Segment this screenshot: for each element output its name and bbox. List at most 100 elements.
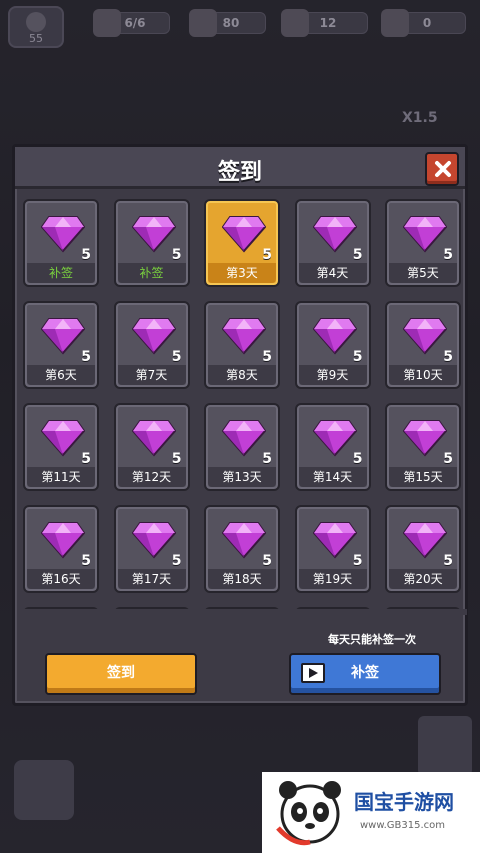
reward-count: 5 (262, 451, 272, 467)
reward-cell[interactable]: 5 第18天 (204, 505, 280, 593)
reward-count: 5 (443, 349, 453, 365)
purple-gem-icon (131, 318, 176, 355)
purple-gem-icon (41, 216, 85, 253)
reward-count: 5 (171, 349, 182, 365)
reward-count: 5 (81, 247, 91, 263)
day-label: 第8天 (208, 365, 276, 385)
makeup-sign-button[interactable]: 补签 (289, 653, 441, 695)
reward-count: 5 (352, 553, 363, 569)
resource-value: 80 (222, 16, 240, 30)
watermark-title: 国宝手游网 (354, 790, 454, 814)
day-label: 补签 (117, 263, 186, 283)
reward-count: 5 (352, 451, 363, 467)
reward-count: 5 (443, 553, 453, 569)
reward-count: 5 (352, 349, 363, 365)
reward-grid: 5 补签 5 补签 5 第3天 5 第4天 5 第5天 5 第6天 5 第7天 5 第8天 5 第9天 5 第10天 5… (23, 199, 467, 611)
top-bar: 55 6/6 80 12 0 (0, 0, 480, 48)
modal-title: 签到 (217, 160, 262, 185)
purple-gem-icon (403, 318, 447, 355)
purple-gem-icon (403, 522, 447, 559)
resource-value: 6/6 (124, 16, 146, 30)
reward-count: 5 (262, 349, 272, 365)
day-label: 第5天 (389, 263, 457, 283)
reward-count: 5 (81, 451, 91, 467)
purple-gem-icon (222, 318, 266, 355)
reward-cell[interactable]: 5 补签 (113, 199, 190, 287)
reward-cell[interactable]: 5 第10天 (385, 301, 461, 389)
purple-gem-icon (312, 420, 357, 457)
reward-cell[interactable]: 5 第11天 (23, 403, 99, 491)
day-label: 第6天 (27, 365, 95, 385)
calendar-icon[interactable] (14, 760, 74, 820)
day-label: 第14天 (298, 467, 367, 487)
modal-header: 签到 (15, 147, 465, 189)
reward-cell[interactable]: 5 补签 (23, 199, 99, 287)
day-label: 第10天 (389, 365, 457, 385)
video-icon (301, 663, 325, 683)
day-label: 第18天 (208, 569, 276, 589)
purple-gem-icon (222, 420, 266, 457)
reward-cell[interactable]: 5 第8天 (204, 301, 280, 389)
reward-cell[interactable]: 5 第7天 (113, 301, 190, 389)
purple-gem-icon (222, 216, 266, 253)
close-button[interactable] (425, 152, 459, 186)
makeup-notice: 每天只能补签一次 (328, 633, 416, 646)
day-label: 第12天 (117, 467, 186, 487)
reward-cell[interactable]: 5 第12天 (113, 403, 190, 491)
reward-cell[interactable]: 5 第20天 (385, 505, 461, 593)
purple-gem-icon (312, 522, 357, 559)
purple-gem-icon (403, 420, 447, 457)
reward-cell[interactable]: 5 第6天 (23, 301, 99, 389)
sign-in-modal: 签到 5 补签 5 补签 5 第3天 5 第4天 5 第5天 5 第6天 5 第7天 5 第8天 5 第9天 5 第1… (12, 144, 468, 706)
reward-cell[interactable]: 5 第3天 (204, 199, 280, 287)
panda-logo-icon (276, 781, 341, 846)
resource-energy[interactable]: 6/6 (93, 9, 170, 37)
reward-cell[interactable]: 5 第13天 (204, 403, 280, 491)
level-badge[interactable]: 55 (8, 6, 64, 48)
level-value: 55 (29, 32, 43, 45)
reward-count: 5 (81, 349, 91, 365)
resource-ticket[interactable]: 12 (281, 9, 368, 37)
purple-gem-icon (41, 522, 85, 559)
reward-count: 5 (262, 247, 272, 263)
reward-count: 5 (171, 553, 182, 569)
sign-in-button[interactable]: 签到 (45, 653, 197, 695)
purple-gem-icon (41, 318, 85, 355)
reward-cell[interactable]: 5 第9天 (294, 301, 371, 389)
resource-value: 0 (422, 16, 432, 30)
grid-divider (23, 609, 467, 615)
reward-count: 5 (352, 247, 363, 263)
reward-cell[interactable]: 5 第15天 (385, 403, 461, 491)
resource-food[interactable]: 80 (189, 9, 266, 37)
purple-gem-icon (312, 318, 357, 355)
reward-count: 5 (262, 553, 272, 569)
day-label: 第3天 (208, 263, 276, 283)
makeup-button-label: 补签 (351, 665, 379, 681)
purple-gem-icon (131, 522, 176, 559)
purple-gem-icon (131, 216, 176, 253)
day-label: 第13天 (208, 467, 276, 487)
reward-count: 5 (443, 247, 453, 263)
purple-gem-icon (131, 420, 176, 457)
watermark-url: www.GB315.com (360, 820, 446, 831)
day-label: 第11天 (27, 467, 95, 487)
day-label: 第20天 (389, 569, 457, 589)
reward-cell[interactable]: 5 第5天 (385, 199, 461, 287)
multiplier-badge[interactable]: X1.5 (402, 110, 462, 134)
reward-cell[interactable]: 5 第14天 (294, 403, 371, 491)
reward-cell[interactable]: 5 第16天 (23, 505, 99, 593)
resource-gem[interactable]: 0 (381, 9, 466, 37)
day-label: 第16天 (27, 569, 95, 589)
day-label: 第19天 (298, 569, 367, 589)
reward-cell[interactable]: 5 第17天 (113, 505, 190, 593)
resource-value: 12 (319, 16, 337, 30)
close-icon (435, 161, 451, 177)
day-label: 第9天 (298, 365, 367, 385)
reward-count: 5 (443, 451, 453, 467)
purple-gem-icon (222, 522, 266, 559)
reward-count: 5 (171, 247, 182, 263)
day-label: 第4天 (298, 263, 367, 283)
reward-cell[interactable]: 5 第4天 (294, 199, 371, 287)
cards-icon[interactable] (418, 716, 472, 776)
reward-cell[interactable]: 5 第19天 (294, 505, 371, 593)
